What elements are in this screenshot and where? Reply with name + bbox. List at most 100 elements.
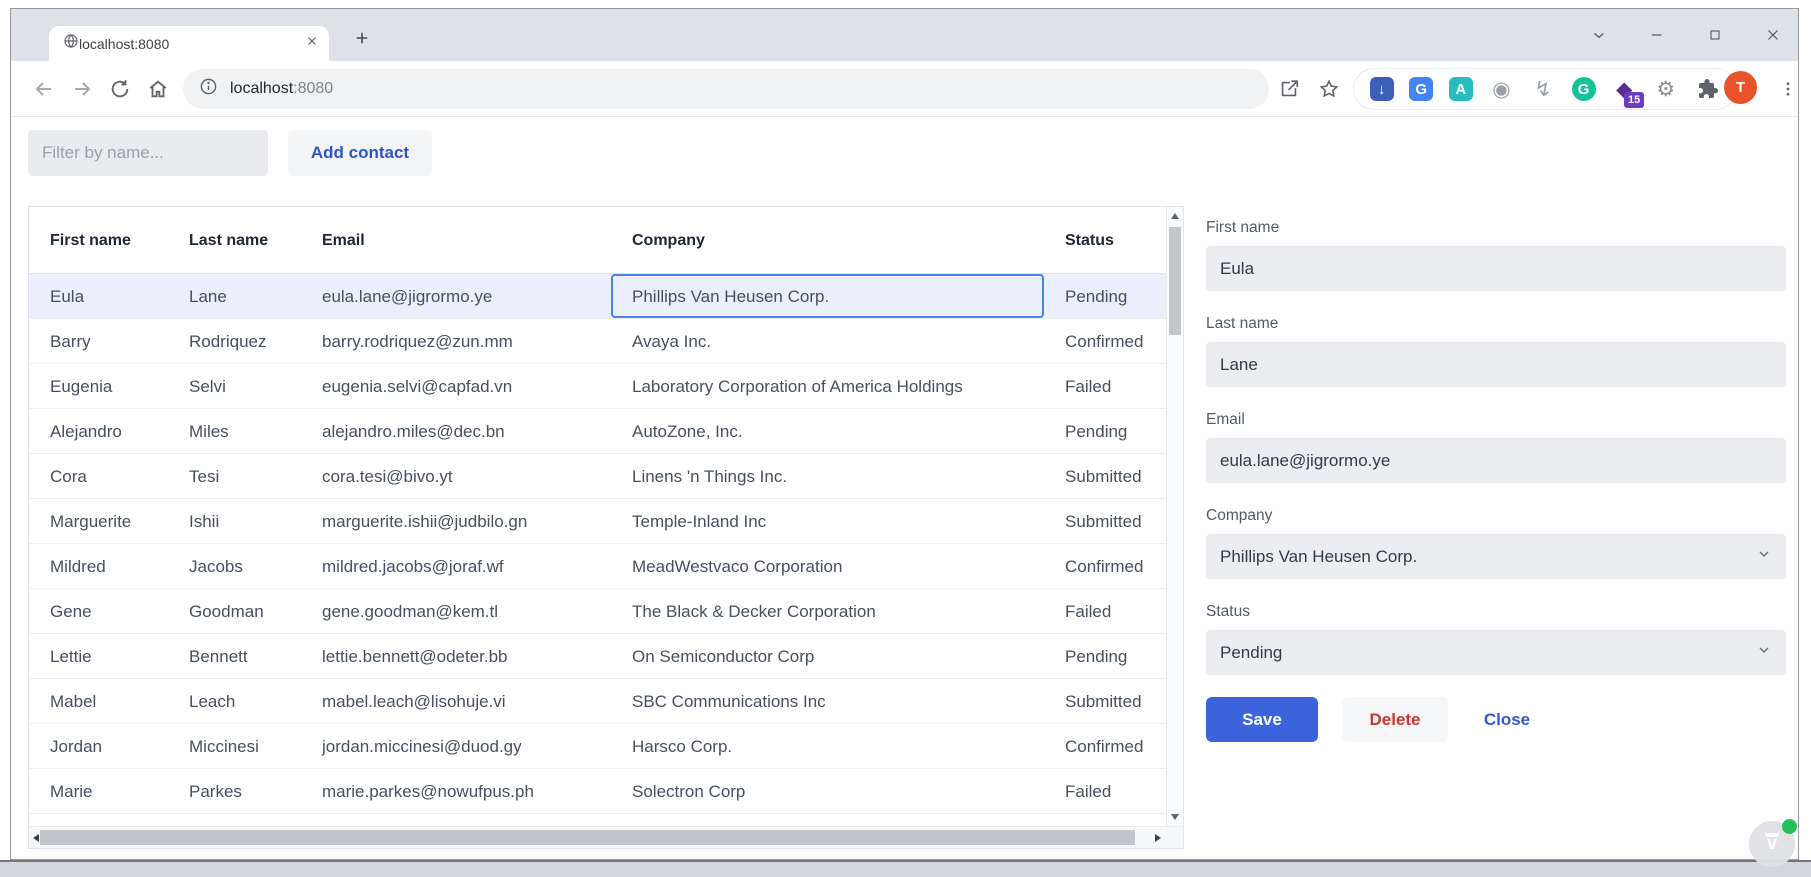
cell-first-name[interactable]: Eugenia — [29, 364, 168, 408]
table-row[interactable]: Mabel Leach mabel.leach@lisohuje.vi SBC … — [29, 679, 1166, 724]
header-email[interactable]: Email — [301, 207, 611, 273]
table-row[interactable]: Eula Lane eula.lane@jigrormo.ye Phillips… — [29, 274, 1166, 319]
table-row[interactable]: Mildred Jacobs mildred.jacobs@joraf.wf M… — [29, 544, 1166, 589]
table-row[interactable]: Jordan Miccinesi jordan.miccinesi@duod.g… — [29, 724, 1166, 769]
cell-last-name[interactable]: Parkes — [168, 769, 301, 813]
cell-company[interactable]: Linens 'n Things Inc. — [611, 454, 1044, 498]
cell-company[interactable]: Laboratory Corporation of America Holdin… — [611, 364, 1044, 408]
cell-status[interactable]: Confirmed — [1044, 319, 1166, 363]
cell-email[interactable]: mildred.jacobs@joraf.wf — [301, 544, 611, 588]
cell-email[interactable]: marie.parkes@nowufpus.ph — [301, 769, 611, 813]
cell-last-name[interactable]: Selvi — [168, 364, 301, 408]
vertical-scrollbar[interactable] — [1166, 207, 1183, 826]
cell-email[interactable]: cora.tesi@bivo.yt — [301, 454, 611, 498]
cell-status[interactable]: Pending — [1044, 634, 1166, 678]
forward-icon[interactable] — [65, 72, 99, 106]
filter-input[interactable] — [28, 130, 268, 176]
tab-close-icon[interactable] — [305, 34, 319, 53]
delete-button[interactable]: Delete — [1342, 697, 1448, 742]
cell-status[interactable]: Failed — [1044, 589, 1166, 633]
table-row[interactable]: Eugenia Selvi eugenia.selvi@capfad.vn La… — [29, 364, 1166, 409]
cell-status[interactable]: Failed — [1044, 364, 1166, 408]
cell-company[interactable]: Harsco Corp. — [611, 724, 1044, 768]
cell-first-name[interactable]: Eula — [29, 274, 168, 318]
cell-last-name[interactable]: Leach — [168, 679, 301, 723]
cell-last-name[interactable]: Miles — [168, 409, 301, 453]
cell-first-name[interactable]: Gene — [29, 589, 168, 633]
email-field[interactable]: eula.lane@jigrormo.ye — [1206, 438, 1786, 483]
cell-first-name[interactable]: Mildred — [29, 544, 168, 588]
tab-search-chevron-icon[interactable] — [1588, 24, 1610, 46]
cell-first-name[interactable]: Lettie — [29, 634, 168, 678]
cell-company[interactable]: Phillips Van Heusen Corp. — [611, 274, 1044, 318]
camera-extension-icon[interactable]: ◉ — [1488, 76, 1514, 102]
share-icon[interactable] — [1275, 61, 1303, 117]
cell-company[interactable]: SBC Communications Inc — [611, 679, 1044, 723]
cell-company[interactable]: Avaya Inc. — [611, 319, 1044, 363]
cell-last-name[interactable]: Goodman — [168, 589, 301, 633]
grammarly-extension-icon[interactable]: G — [1571, 77, 1596, 101]
table-row[interactable]: Barry Rodriquez barry.rodriquez@zun.mm A… — [29, 319, 1166, 364]
cell-email[interactable]: barry.rodriquez@zun.mm — [301, 319, 611, 363]
cell-email[interactable]: eula.lane@jigrormo.ye — [301, 274, 611, 318]
last-name-field[interactable]: Lane — [1206, 342, 1786, 387]
header-status[interactable]: Status — [1044, 207, 1166, 273]
cell-status[interactable]: Submitted — [1044, 499, 1166, 543]
cell-email[interactable]: gene.goodman@kem.tl — [301, 589, 611, 633]
cell-email[interactable]: marguerite.ishii@judbilo.gn — [301, 499, 611, 543]
cell-last-name[interactable]: Rodriquez — [168, 319, 301, 363]
table-row[interactable]: Gene Goodman gene.goodman@kem.tl The Bla… — [29, 589, 1166, 634]
close-button[interactable]: Close — [1472, 697, 1542, 742]
status-select[interactable]: Pending — [1206, 630, 1786, 675]
profile-avatar[interactable]: T — [1724, 71, 1757, 104]
table-row[interactable]: Cora Tesi cora.tesi@bivo.yt Linens 'n Th… — [29, 454, 1166, 499]
browser-menu-icon[interactable] — [1776, 77, 1800, 101]
save-button[interactable]: Save — [1206, 697, 1318, 742]
gear-extension-icon[interactable]: ⚙ — [1653, 76, 1679, 102]
cell-email[interactable]: jordan.miccinesi@duod.gy — [301, 724, 611, 768]
cell-status[interactable]: Confirmed — [1044, 724, 1166, 768]
back-icon[interactable] — [27, 72, 61, 106]
cell-company[interactable]: The Black & Decker Corporation — [611, 589, 1044, 633]
cell-last-name[interactable]: Bennett — [168, 634, 301, 678]
cell-first-name[interactable]: Jordan — [29, 724, 168, 768]
lightning-extension-icon[interactable]: ↯ — [1530, 76, 1556, 102]
cell-first-name[interactable]: Cora — [29, 454, 168, 498]
header-first-name[interactable]: First name — [29, 207, 168, 273]
horizontal-scroll-thumb[interactable] — [40, 830, 1135, 845]
cell-status[interactable]: Failed — [1044, 769, 1166, 813]
cell-first-name[interactable]: Mabel — [29, 679, 168, 723]
minimize-icon[interactable] — [1646, 24, 1668, 46]
cell-first-name[interactable]: Marguerite — [29, 499, 168, 543]
puzzle-extension-icon[interactable] — [1694, 76, 1720, 102]
scroll-down-icon[interactable] — [1171, 814, 1179, 820]
cell-company[interactable]: Temple-Inland Inc — [611, 499, 1044, 543]
cell-company[interactable]: MeadWestvaco Corporation — [611, 544, 1044, 588]
cell-last-name[interactable]: Miccinesi — [168, 724, 301, 768]
table-row[interactable]: Alejandro Miles alejandro.miles@dec.bn A… — [29, 409, 1166, 454]
table-row[interactable]: Marie Parkes marie.parkes@nowufpus.ph So… — [29, 769, 1166, 814]
table-row[interactable]: Marguerite Ishii marguerite.ishii@judbil… — [29, 499, 1166, 544]
cell-first-name[interactable]: Alejandro — [29, 409, 168, 453]
reload-icon[interactable] — [103, 72, 137, 106]
vertical-scroll-thumb[interactable] — [1169, 227, 1181, 335]
cell-first-name[interactable]: Marie — [29, 769, 168, 813]
cell-status[interactable]: Submitted — [1044, 454, 1166, 498]
table-row[interactable]: Lettie Bennett lettie.bennett@odeter.bb … — [29, 634, 1166, 679]
cell-email[interactable]: lettie.bennett@odeter.bb — [301, 634, 611, 678]
maximize-icon[interactable] — [1704, 24, 1726, 46]
cell-first-name[interactable]: Barry — [29, 319, 168, 363]
cell-company[interactable]: AutoZone, Inc. — [611, 409, 1044, 453]
cell-status[interactable]: Submitted — [1044, 679, 1166, 723]
cell-last-name[interactable]: Ishii — [168, 499, 301, 543]
close-window-icon[interactable] — [1762, 24, 1784, 46]
new-tab-button[interactable] — [345, 23, 379, 53]
scroll-right-icon[interactable] — [1155, 834, 1161, 842]
input-tools-extension-icon[interactable]: A — [1448, 77, 1473, 101]
info-icon[interactable] — [199, 77, 218, 101]
cell-status[interactable]: Confirmed — [1044, 544, 1166, 588]
first-name-field[interactable]: Eula — [1206, 246, 1786, 291]
scholar-hat-extension-icon[interactable]: ◆ 15 — [1611, 76, 1645, 108]
download-extension-icon[interactable]: ↓ — [1369, 77, 1394, 101]
cell-last-name[interactable]: Jacobs — [168, 544, 301, 588]
